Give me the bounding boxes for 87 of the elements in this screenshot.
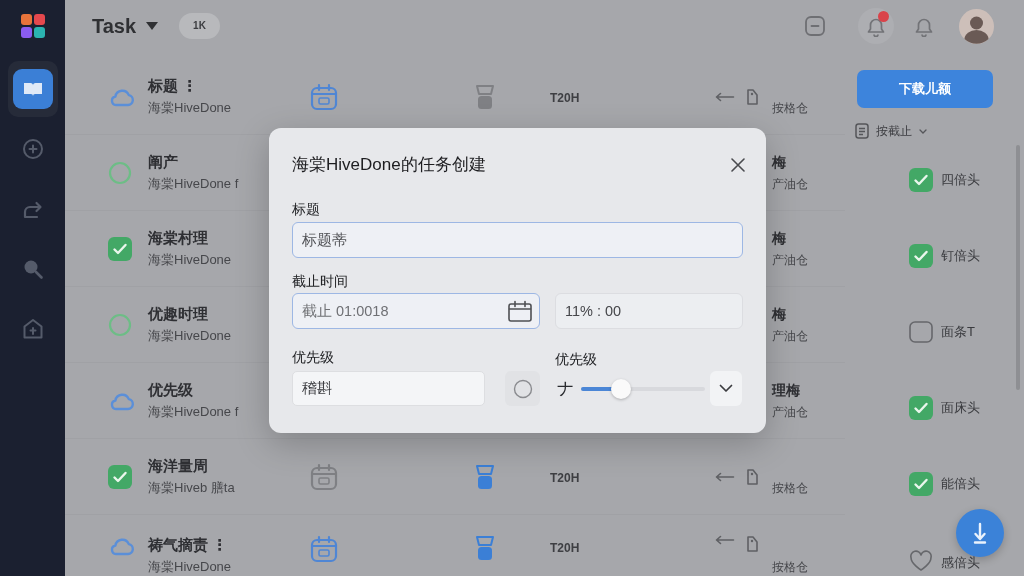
empty-box-icon[interactable] — [909, 320, 933, 344]
task-subtitle: 海棠HiveDone — [148, 99, 232, 117]
sort-dropdown[interactable]: 按截止 — [855, 120, 927, 142]
tag-icon[interactable] — [745, 535, 759, 553]
assignee-name: 梅 — [772, 153, 786, 172]
assignee-note: 产油仓 — [772, 328, 808, 345]
checked-box-icon[interactable] — [909, 396, 933, 420]
list-icon — [855, 123, 869, 139]
task-title: 优趣时理 — [148, 304, 208, 324]
arrow-left-icon[interactable] — [715, 471, 735, 482]
task-subtitle: 海棠HiveDone f — [148, 403, 239, 421]
tag-icon[interactable] — [745, 87, 759, 106]
primary-button[interactable]: 下载儿额 — [857, 70, 993, 108]
chevron-down-icon — [719, 384, 733, 393]
task-subtitle: 海棠HiveDone — [148, 251, 232, 269]
close-icon — [731, 158, 745, 172]
duration-text: T20H — [550, 541, 580, 555]
assignee-note: 按格仓 — [772, 100, 808, 117]
tag-icon[interactable] — [745, 467, 759, 486]
task-title: 海棠村理 — [148, 228, 208, 248]
assignee-name: 梅 — [772, 305, 786, 324]
app-title: Task — [92, 14, 137, 38]
title-input[interactable]: 标题蒂 — [292, 222, 743, 258]
duration-text: T20H — [550, 90, 580, 105]
notification-button[interactable] — [858, 8, 894, 44]
checked-box-icon[interactable] — [909, 244, 933, 268]
floating-button[interactable] — [956, 509, 1004, 557]
field-label: 优先级 — [292, 348, 334, 367]
checklist-label: 面床头 — [941, 399, 980, 418]
duration-text: T20H — [550, 470, 580, 485]
task-subtitle: 海棠Hiveb 膳ta — [148, 479, 235, 497]
close-button[interactable] — [731, 158, 745, 172]
assignee-name: 梅 — [772, 229, 786, 248]
jar-icon[interactable] — [474, 463, 496, 490]
field-label: 截止时间 — [292, 272, 348, 291]
field-label: 标题 — [292, 200, 320, 219]
priority-slider[interactable] — [581, 378, 705, 399]
arrow-left-icon[interactable] — [715, 535, 735, 545]
date-input[interactable]: 截止 01:0018 — [292, 293, 540, 329]
field-label: 优先级 — [555, 350, 597, 369]
checklist-label: 钉倍头 — [941, 247, 980, 266]
checked-box-icon[interactable] — [108, 236, 132, 261]
plus-circle-icon — [20, 137, 45, 161]
checked-box-icon[interactable] — [108, 464, 132, 489]
app-logo-icon — [20, 14, 45, 38]
jar-icon[interactable] — [474, 83, 496, 110]
option-button[interactable] — [505, 371, 540, 406]
arrow-down-icon — [973, 522, 987, 544]
assignee-note: 产油仓 — [772, 176, 808, 193]
checklist-label: 面条T — [941, 323, 975, 342]
task-subtitle: 海棠HiveDone — [148, 558, 232, 576]
task-title: 阐产 — [148, 152, 178, 172]
assignee-note: 按格仓 — [772, 559, 808, 576]
checklist-label: 四倍头 — [941, 171, 980, 190]
book-icon — [12, 69, 53, 109]
cloud-icon[interactable] — [108, 535, 136, 557]
checklist-label: 感倍头 — [941, 553, 980, 572]
count-badge: 1K — [179, 13, 220, 39]
dialog-title: 海棠HiveDone的任务创建 — [292, 154, 486, 176]
arrow-left-icon[interactable] — [715, 91, 735, 102]
checked-box-icon[interactable] — [909, 472, 933, 496]
calendar-icon[interactable] — [507, 300, 533, 322]
priority-input[interactable]: 稽斟 — [292, 371, 485, 406]
jar-icon[interactable] — [474, 535, 496, 561]
checked-box-icon[interactable] — [909, 168, 933, 192]
caret-down-icon[interactable] — [146, 22, 159, 30]
task-title: 祷气摘责 ⋮ — [148, 535, 228, 555]
assignee-note: 产油仓 — [772, 252, 808, 269]
minus-square-icon[interactable] — [804, 15, 826, 37]
dropdown-button[interactable] — [710, 371, 742, 406]
task-title: 标题 ⋮ — [148, 76, 198, 96]
heart-icon[interactable] — [909, 550, 933, 572]
slider-prefix: ナ — [557, 378, 571, 399]
circle-icon — [512, 378, 533, 399]
caret-down-icon — [919, 128, 927, 134]
checklist-label: 能倍头 — [941, 475, 980, 494]
sidebar-item[interactable] — [7, 61, 58, 117]
avatar-icon[interactable] — [959, 8, 994, 44]
assignee-name: 理梅 — [772, 381, 800, 400]
task-subtitle: 海棠HiveDone f — [148, 175, 239, 193]
task-title: 优先级 — [148, 380, 193, 400]
time-input[interactable]: 11% : 00 — [555, 293, 743, 329]
task-subtitle: 海棠HiveDone — [148, 327, 232, 345]
assignee-note: 按格仓 — [772, 480, 808, 497]
task-title: 海洋量周 — [148, 456, 208, 476]
slider-thumb[interactable] — [610, 378, 631, 399]
assignee-note: 产油仓 — [772, 404, 808, 421]
